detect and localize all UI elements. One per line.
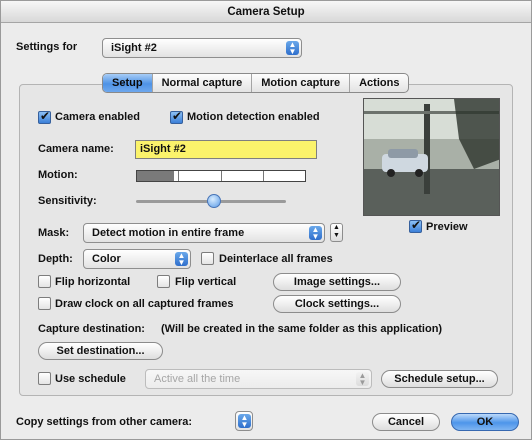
mask-select[interactable]: Detect motion in entire frame ▲ ▼	[83, 223, 325, 243]
deinterlace-checkbox[interactable]	[201, 252, 214, 265]
schedule-select[interactable]: Active all the time ▲ ▼	[145, 369, 372, 389]
flip-vertical-label: Flip vertical	[175, 276, 237, 288]
select-arrows-icon: ▲ ▼	[286, 41, 299, 56]
select-arrows-icon: ▲ ▼	[356, 372, 369, 387]
depth-label: Depth:	[38, 253, 73, 265]
camera-name-label: Camera name:	[38, 143, 114, 155]
sensitivity-label: Sensitivity:	[38, 195, 97, 207]
use-schedule-label: Use schedule	[55, 373, 126, 385]
settings-for-value: iSight #2	[111, 42, 157, 54]
motion-label: Motion:	[38, 169, 78, 181]
camera-name-field[interactable]: iSight #2	[135, 140, 317, 159]
motion-level-fill	[137, 171, 174, 181]
copy-settings-select[interactable]: ▲ ▼	[235, 411, 253, 431]
draw-clock-checkbox[interactable]	[38, 297, 51, 310]
mask-stepper[interactable]: ▲ ▼	[330, 223, 343, 242]
tab-motion-capture[interactable]: Motion capture	[252, 74, 351, 92]
settings-for-select[interactable]: iSight #2 ▲ ▼	[102, 38, 302, 58]
preview-checkbox[interactable]	[409, 218, 422, 233]
cancel-button[interactable]: Cancel	[372, 413, 440, 431]
camera-preview-image	[363, 98, 500, 216]
select-arrows-icon: ▲ ▼	[309, 226, 322, 241]
select-arrows-icon: ▲ ▼	[175, 252, 188, 267]
copy-settings-label: Copy settings from other camera:	[16, 416, 193, 428]
preview-label: Preview	[426, 221, 468, 233]
settings-for-label: Settings for	[16, 41, 78, 53]
schedule-value: Active all the time	[154, 373, 241, 385]
schedule-setup-button[interactable]: Schedule setup...	[381, 370, 498, 388]
flip-horizontal-label: Flip horizontal	[55, 276, 131, 288]
use-schedule-checkbox[interactable]	[38, 372, 51, 385]
deinterlace-label: Deinterlace all frames	[219, 253, 333, 265]
camera-setup-window: Camera Setup Settings for iSight #2 ▲ ▼ S…	[0, 0, 532, 440]
draw-clock-label: Draw clock on all captured frames	[55, 298, 234, 310]
mask-value: Detect motion in entire frame	[92, 227, 245, 239]
mask-label: Mask:	[38, 227, 70, 239]
motion-level-meter	[136, 170, 306, 182]
flip-vertical-checkbox[interactable]	[157, 275, 170, 288]
depth-select[interactable]: Color ▲ ▼	[83, 249, 191, 269]
ok-button[interactable]: OK	[451, 413, 519, 431]
tab-actions[interactable]: Actions	[350, 74, 408, 92]
capture-destination-note: (Will be created in the same folder as t…	[161, 323, 443, 335]
sensitivity-slider-knob[interactable]	[207, 194, 221, 208]
motion-detection-label: Motion detection enabled	[187, 111, 320, 123]
tab-setup[interactable]: Setup	[103, 74, 153, 92]
select-arrows-icon: ▲ ▼	[238, 414, 251, 429]
flip-horizontal-checkbox[interactable]	[38, 275, 51, 288]
camera-enabled-label: Camera enabled	[55, 111, 140, 123]
image-settings-button[interactable]: Image settings...	[273, 273, 401, 291]
motion-detection-checkbox[interactable]	[170, 109, 183, 124]
tab-normal-capture[interactable]: Normal capture	[153, 74, 253, 92]
clock-settings-button[interactable]: Clock settings...	[273, 295, 401, 313]
window-title: Camera Setup	[1, 1, 531, 23]
camera-enabled-checkbox[interactable]	[38, 109, 51, 124]
preview-scene	[364, 99, 499, 215]
set-destination-button[interactable]: Set destination...	[38, 342, 163, 360]
depth-value: Color	[92, 253, 121, 265]
tab-bar: Setup Normal capture Motion capture Acti…	[102, 73, 410, 93]
capture-destination-label: Capture destination:	[38, 323, 145, 335]
